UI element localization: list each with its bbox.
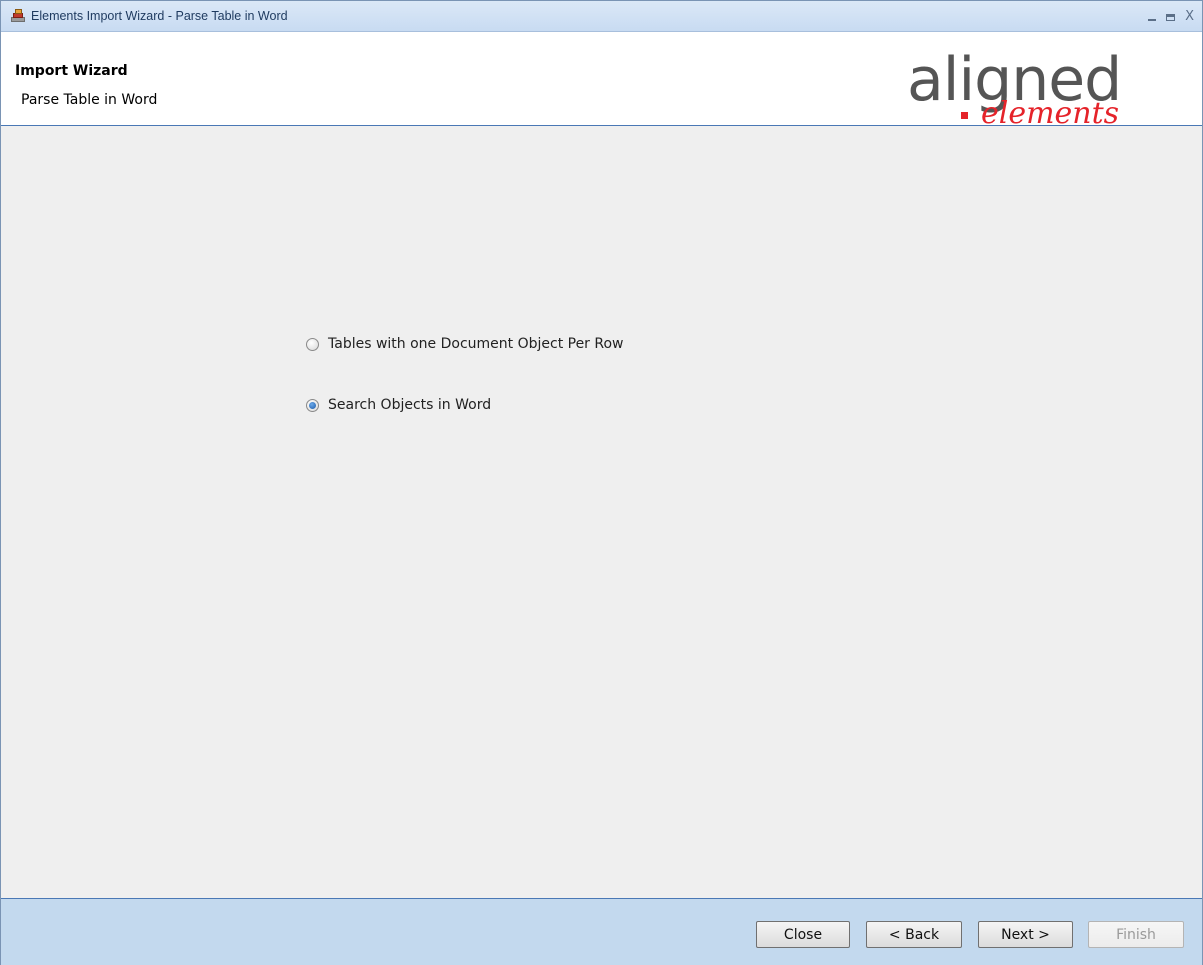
wizard-header: Import Wizard Parse Table in Word aligne… <box>1 32 1202 130</box>
logo-dot <box>961 112 968 119</box>
option-search-objects[interactable]: Search Objects in Word <box>306 397 491 413</box>
minimize-icon[interactable] <box>1148 19 1157 21</box>
page-title: Import Wizard <box>15 63 128 79</box>
option-label: Search Objects in Word <box>328 397 492 413</box>
next-button[interactable]: Next > <box>978 921 1073 948</box>
window-title: Elements Import Wizard - Parse Table in … <box>31 9 288 23</box>
radio-button[interactable] <box>306 337 319 351</box>
aligned-elements-logo: aligned elements <box>907 48 1192 130</box>
close-button[interactable]: Close <box>756 921 850 948</box>
back-button[interactable]: < Back <box>866 921 962 948</box>
title-bar[interactable]: Elements Import Wizard - Parse Table in … <box>1 1 1202 32</box>
option-label: Tables with one Document Object Per Row <box>328 336 624 352</box>
radio-button-selected[interactable] <box>306 398 319 412</box>
option-tables-per-row[interactable]: Tables with one Document Object Per Row <box>306 336 624 352</box>
close-icon[interactable]: X <box>1185 9 1194 24</box>
window-controls: X <box>1148 1 1194 31</box>
finish-button[interactable]: Finish <box>1088 921 1184 948</box>
wizard-window: Elements Import Wizard - Parse Table in … <box>0 0 1203 965</box>
app-stack-icon <box>10 8 26 24</box>
page-subtitle: Parse Table in Word <box>21 92 158 108</box>
maximize-icon[interactable] <box>1166 13 1176 21</box>
wizard-content: Tables with one Document Object Per Row … <box>1 126 1202 898</box>
wizard-footer: Close < Back Next > Finish <box>1 898 1202 965</box>
